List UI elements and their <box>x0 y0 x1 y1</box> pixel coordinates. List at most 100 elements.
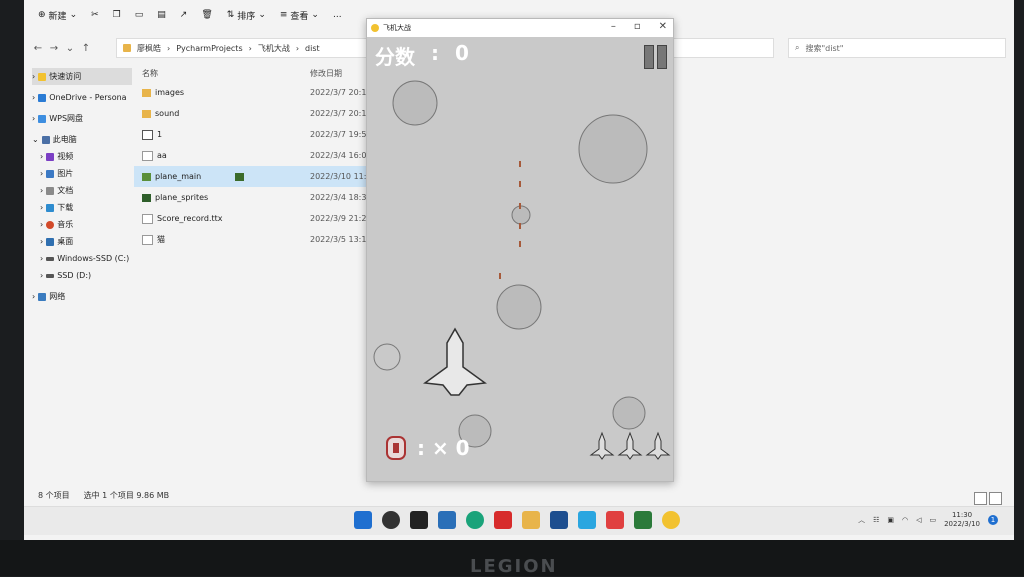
selection-info: 选中 1 个项目 9.86 MB <box>83 491 170 500</box>
navigation-pane: › 快速访问 › OneDrive - Persona › WPS网盘 ⌄ 此电脑 › 视… <box>32 68 132 305</box>
notification-badge[interactable]: 1 <box>988 515 998 525</box>
drag-cursor-icon <box>235 172 245 181</box>
file-explorer-icon[interactable] <box>522 511 540 529</box>
picture-icon <box>46 169 55 178</box>
download-icon <box>46 203 55 212</box>
sidebar-item-network[interactable]: › 网络 <box>32 288 132 305</box>
plus-icon: ⊕ <box>38 10 46 20</box>
close-icon[interactable]: ✕ <box>659 21 667 32</box>
details-view-button[interactable] <box>974 492 987 505</box>
up-icon[interactable]: ↑ <box>78 43 94 54</box>
minimize-icon[interactable]: – <box>611 21 616 32</box>
taobao-icon[interactable] <box>606 511 624 529</box>
game-taskbar-icon[interactable] <box>662 511 680 529</box>
rename-icon[interactable]: ▤ <box>157 10 166 20</box>
volume-icon[interactable]: ◁ <box>916 516 921 524</box>
sidebar-item-wps[interactable]: › WPS网盘 <box>32 110 132 127</box>
search-input[interactable]: ⌕ 搜索"dist" <box>788 38 1006 58</box>
video-icon <box>46 152 55 161</box>
bilibili-icon[interactable] <box>578 511 596 529</box>
network-icon <box>38 292 47 301</box>
desktop-icon <box>46 237 55 246</box>
score-label: 分数 <box>375 45 415 69</box>
view-button[interactable]: ≡ 查看 ⌄ <box>280 9 319 22</box>
breadcrumb-item[interactable]: 廖枫皓 <box>137 43 161 54</box>
life-plane-icon <box>645 431 671 460</box>
clock[interactable]: 11:30 2022/3/10 <box>944 511 980 529</box>
game-titlebar[interactable]: 飞机大战 – ▫ ✕ <box>367 19 673 37</box>
game-canvas[interactable]: 分数 : 0 : × 0 <box>367 37 673 481</box>
copy-icon[interactable]: ❐ <box>113 10 121 20</box>
sidebar-item-quick-access[interactable]: › 快速访问 <box>32 68 132 85</box>
pause-button[interactable] <box>644 45 667 69</box>
jd-icon[interactable] <box>494 511 512 529</box>
start-icon[interactable] <box>354 511 372 529</box>
tiles-view-button[interactable] <box>989 492 1002 505</box>
bomb-counter: : × 0 <box>381 433 470 463</box>
screen: ⊕ 新建 ⌄ ✂ ❐ ▭ ▤ ↗ 🗑 ⇅ 排序 ⌄ ≡ 查看 ⌄ ... ← → ⌄ … <box>24 0 1014 540</box>
sort-button[interactable]: ⇅ 排序 ⌄ <box>227 9 266 22</box>
pycharm-icon[interactable] <box>634 511 652 529</box>
chevron-up-icon[interactable]: ︿ <box>858 515 865 525</box>
breadcrumb-item[interactable]: 飞机大战 <box>258 43 290 54</box>
breadcrumb-item[interactable]: dist <box>305 44 320 53</box>
column-name[interactable]: 名称 <box>134 68 302 79</box>
sidebar-item-this-pc[interactable]: ⌄ 此电脑 <box>32 131 132 148</box>
sidebar-item-desktop[interactable]: › 桌面 <box>32 233 132 250</box>
drive-icon <box>46 256 55 261</box>
cut-icon[interactable]: ✂ <box>91 10 99 20</box>
folder-icon <box>142 88 151 97</box>
file-icon <box>142 129 153 140</box>
sidebar-item-videos[interactable]: › 视频 <box>32 148 132 165</box>
score-value: 0 <box>455 41 469 65</box>
system-tray: ︿ ☷ ▣ ◠ ◁ ▭ 11:30 2022/3/10 1 <box>858 511 998 529</box>
store-icon[interactable] <box>550 511 568 529</box>
widgets-icon[interactable] <box>438 511 456 529</box>
breadcrumb-item[interactable]: PycharmProjects <box>176 44 242 53</box>
app-logo-icon <box>371 24 379 32</box>
image-file-icon <box>142 234 153 245</box>
share-icon[interactable]: ↗ <box>180 10 188 20</box>
task-view-icon[interactable] <box>410 511 428 529</box>
folder-icon <box>142 109 151 118</box>
sidebar-item-drive-d[interactable]: › SSD (D:) <box>32 267 132 284</box>
status-bar: 8 个项目 选中 1 个项目 9.86 MB <box>38 490 169 501</box>
image-file-icon <box>142 150 153 161</box>
python-file-icon <box>142 193 151 202</box>
document-icon <box>46 186 55 195</box>
back-icon[interactable]: ← <box>30 43 46 54</box>
new-button[interactable]: ⊕ 新建 ⌄ <box>38 9 77 22</box>
asteroid <box>373 80 648 448</box>
sidebar-item-onedrive[interactable]: › OneDrive - Persona <box>32 89 132 106</box>
more-button[interactable]: ... <box>333 10 342 20</box>
delete-icon[interactable]: 🗑 <box>201 10 212 20</box>
sidebar-item-downloads[interactable]: › 下载 <box>32 199 132 216</box>
player-plane <box>422 327 488 396</box>
edge-icon[interactable] <box>466 511 484 529</box>
cloud-icon <box>38 93 47 102</box>
pause-icon <box>644 45 654 69</box>
text-file-icon <box>142 213 153 224</box>
antivirus-icon[interactable]: ▣ <box>887 516 894 524</box>
folder-icon <box>123 44 131 52</box>
bomb-icon <box>386 436 406 460</box>
battery-icon[interactable]: ▭ <box>929 516 936 524</box>
sidebar-item-pictures[interactable]: › 图片 <box>32 165 132 182</box>
wifi-icon[interactable]: ◠ <box>902 516 908 524</box>
sidebar-item-documents[interactable]: › 文档 <box>32 182 132 199</box>
expand-icon[interactable]: ⌄ <box>62 43 78 54</box>
forward-icon[interactable]: → <box>46 43 62 54</box>
game-window[interactable]: 飞机大战 – ▫ ✕ 分数 : 0 : × 0 <box>366 18 674 482</box>
maximize-icon[interactable]: ▫ <box>634 21 641 32</box>
sort-icon: ⇅ <box>226 10 235 20</box>
network-icon[interactable]: ☷ <box>873 516 879 524</box>
cloud-icon <box>38 114 47 123</box>
star-icon <box>38 72 47 81</box>
life-plane-icon <box>617 431 643 460</box>
search-icon[interactable] <box>382 511 400 529</box>
sidebar-item-music[interactable]: › 音乐 <box>32 216 132 233</box>
sidebar-item-drive-c[interactable]: › Windows-SSD (C:) <box>32 250 132 267</box>
computer-icon <box>41 135 50 144</box>
item-count: 8 个项目 <box>38 491 70 500</box>
paste-icon[interactable]: ▭ <box>135 10 144 20</box>
